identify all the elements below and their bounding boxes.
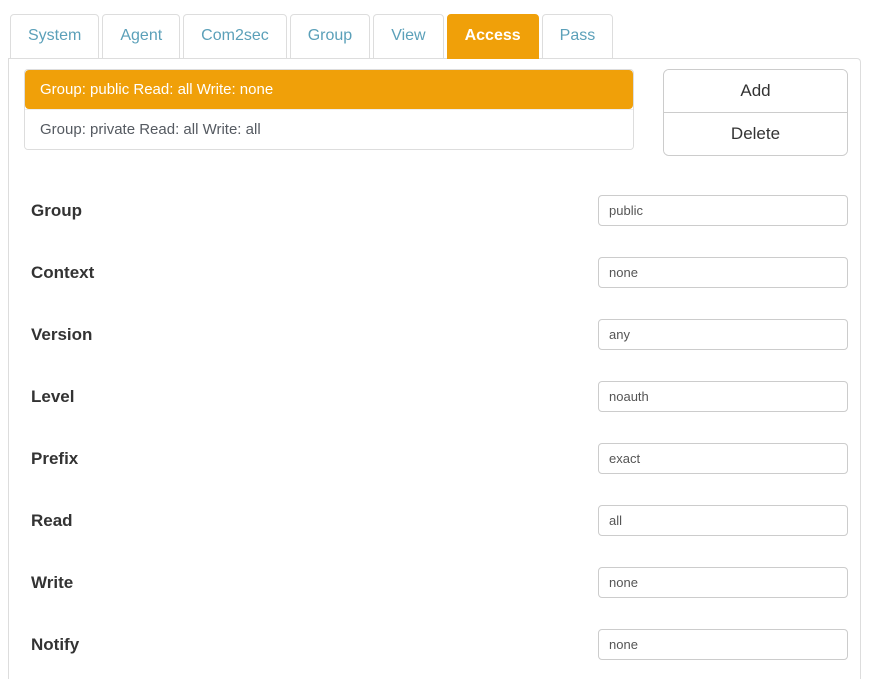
group-input[interactable]	[598, 195, 848, 226]
version-label: Version	[24, 325, 92, 345]
read-label: Read	[24, 511, 73, 531]
access-entry-form: Group Context Version Level Prefix Read	[24, 195, 848, 660]
form-row-context: Context	[24, 257, 848, 288]
tab-system[interactable]: System	[10, 14, 99, 59]
form-row-level: Level	[24, 381, 848, 412]
form-row-write: Write	[24, 567, 848, 598]
tab-access[interactable]: Access	[447, 14, 539, 59]
notify-label: Notify	[24, 635, 79, 655]
notify-input[interactable]	[598, 629, 848, 660]
snmp-config-page: System Agent Com2sec Group View Access P…	[0, 0, 869, 679]
tab-group[interactable]: Group	[290, 14, 370, 59]
write-input[interactable]	[598, 567, 848, 598]
context-label: Context	[24, 263, 94, 283]
version-input[interactable]	[598, 319, 848, 350]
access-tab-panel: Group: public Read: all Write: none Grou…	[8, 58, 861, 679]
tab-com2sec[interactable]: Com2sec	[183, 14, 287, 59]
prefix-input[interactable]	[598, 443, 848, 474]
read-input[interactable]	[598, 505, 848, 536]
form-row-read: Read	[24, 505, 848, 536]
delete-button[interactable]: Delete	[664, 112, 847, 155]
form-row-notify: Notify	[24, 629, 848, 660]
tab-pass[interactable]: Pass	[542, 14, 614, 59]
form-row-version: Version	[24, 319, 848, 350]
access-entry-private[interactable]: Group: private Read: all Write: all	[25, 109, 633, 149]
tab-view[interactable]: View	[373, 14, 443, 59]
form-row-prefix: Prefix	[24, 443, 848, 474]
prefix-label: Prefix	[24, 449, 78, 469]
tab-bar: System Agent Com2sec Group View Access P…	[0, 14, 869, 59]
access-entries-list: Group: public Read: all Write: none Grou…	[24, 69, 634, 150]
level-input[interactable]	[598, 381, 848, 412]
access-list-section: Group: public Read: all Write: none Grou…	[24, 69, 848, 156]
write-label: Write	[24, 573, 73, 593]
add-button[interactable]: Add	[664, 70, 847, 112]
list-action-buttons: Add Delete	[663, 69, 848, 156]
form-row-group: Group	[24, 195, 848, 226]
context-input[interactable]	[598, 257, 848, 288]
level-label: Level	[24, 387, 74, 407]
tab-agent[interactable]: Agent	[102, 14, 180, 59]
access-entry-public[interactable]: Group: public Read: all Write: none	[25, 70, 633, 109]
group-label: Group	[24, 201, 82, 221]
